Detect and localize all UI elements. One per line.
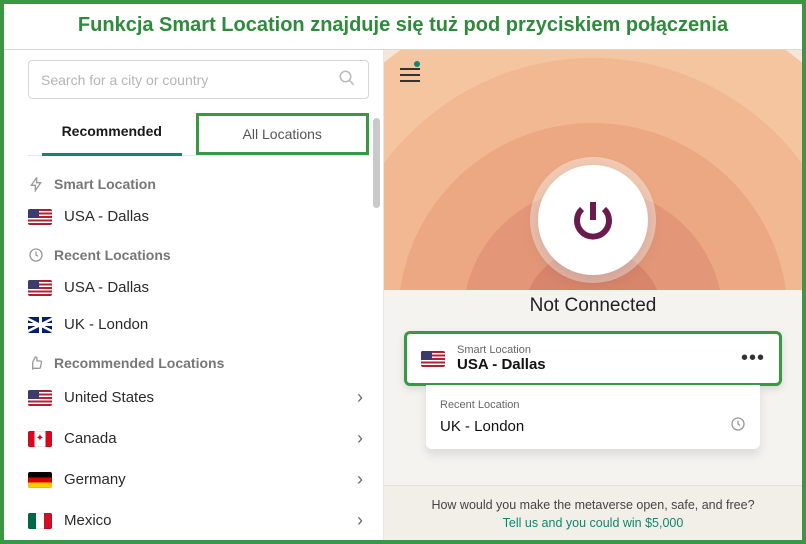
search-box[interactable] (28, 60, 369, 99)
clock-icon (730, 416, 746, 437)
tab-all-locations[interactable]: All Locations (196, 113, 370, 155)
section-recommended-locations: Recommended Locations (28, 343, 363, 377)
flag-mx-icon (28, 513, 52, 529)
section-title: Recent Locations (54, 247, 171, 263)
smart-location-card[interactable]: Smart Location USA - Dallas ••• (404, 331, 782, 386)
flag-us-icon (421, 351, 445, 367)
connection-status: Not Connected (384, 295, 802, 317)
connection-panel: Not Connected Smart Location USA - Dalla… (384, 50, 802, 540)
flag-ca-icon (28, 431, 52, 447)
tabs: Recommended All Locations (28, 113, 369, 156)
flag-us-icon (28, 209, 52, 225)
annotation-banner: Funkcja Smart Location znajduje się tuż … (4, 4, 802, 50)
clock-icon (28, 247, 44, 263)
recent-location-card[interactable]: Recent Location UK - London (426, 385, 760, 449)
location-label: USA - Dallas (64, 279, 149, 296)
promo-cta: Tell us and you could win $5,000 (414, 516, 772, 530)
flag-us-icon (28, 390, 52, 406)
location-label: Canada (64, 430, 117, 447)
thumbs-up-icon (28, 355, 44, 371)
location-label: UK - London (64, 316, 148, 333)
location-item-uk-london[interactable]: UK - London (28, 306, 363, 343)
annotation-text: Funkcja Smart Location znajduje się tuż … (78, 14, 728, 36)
smart-location-label: Smart Location (457, 344, 546, 356)
section-title: Recommended Locations (54, 355, 224, 371)
location-item-united-states[interactable]: United States › (28, 377, 363, 418)
promo-text: How would you make the metaverse open, s… (414, 498, 772, 512)
location-label: Mexico (64, 512, 112, 529)
smart-location-value: USA - Dallas (457, 356, 546, 373)
flag-de-icon (28, 472, 52, 488)
connect-button[interactable] (538, 165, 648, 275)
chevron-right-icon: › (357, 469, 363, 490)
scrollbar-thumb[interactable] (373, 118, 380, 208)
flag-us-icon (28, 280, 52, 296)
power-icon (569, 196, 617, 244)
lightning-icon (28, 176, 44, 192)
chevron-right-icon: › (357, 428, 363, 449)
location-list: Smart Location USA - Dallas Recent Locat… (28, 164, 369, 540)
section-title: Smart Location (54, 176, 156, 192)
chevron-right-icon: › (357, 510, 363, 531)
more-options-button[interactable]: ••• (741, 347, 765, 370)
recent-location-value: UK - London (440, 418, 524, 435)
location-item-mexico[interactable]: Mexico › (28, 500, 363, 540)
location-label: Germany (64, 471, 126, 488)
location-item-usa-dallas-recent[interactable]: USA - Dallas (28, 269, 363, 306)
location-panel: Recommended All Locations Smart Location… (4, 50, 384, 540)
promo-banner[interactable]: How would you make the metaverse open, s… (384, 485, 802, 540)
chevron-right-icon: › (357, 387, 363, 408)
search-input[interactable] (41, 72, 338, 88)
location-item-usa-dallas[interactable]: USA - Dallas (28, 198, 363, 235)
tab-recommended[interactable]: Recommended (28, 113, 196, 155)
location-item-germany[interactable]: Germany › (28, 459, 363, 500)
location-item-canada[interactable]: Canada › (28, 418, 363, 459)
notification-dot-icon (414, 61, 420, 67)
recent-location-label: Recent Location (440, 399, 520, 411)
menu-button[interactable] (400, 64, 420, 86)
section-recent-locations: Recent Locations (28, 235, 363, 269)
search-icon (338, 69, 356, 90)
location-label: USA - Dallas (64, 208, 149, 225)
flag-uk-icon (28, 317, 52, 333)
section-smart-location: Smart Location (28, 164, 363, 198)
location-label: United States (64, 389, 154, 406)
